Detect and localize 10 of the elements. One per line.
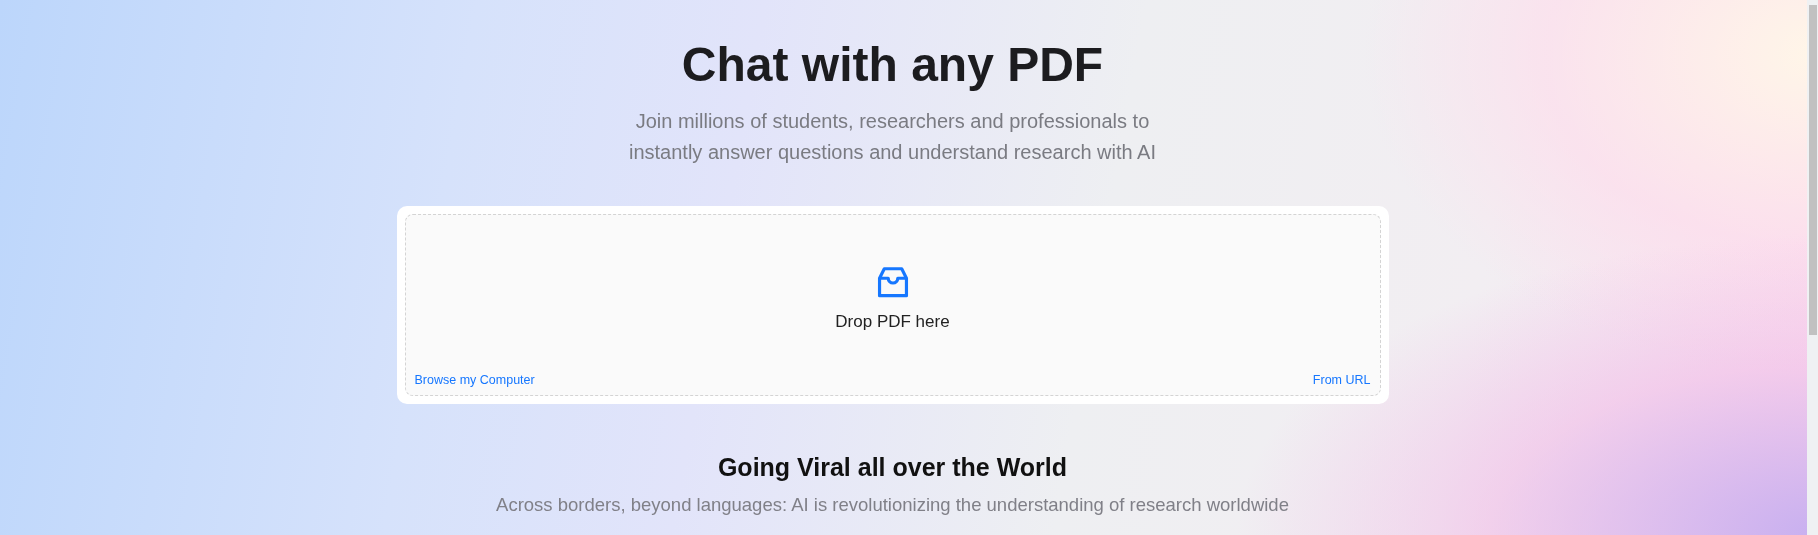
page-subtitle: Join millions of students, researchers and professionals to instantly answer questions and understand research with AI: [629, 109, 1156, 165]
scrollbar[interactable]: [1807, 0, 1818, 535]
section-subtitle: Across borders, beyond languages: AI is revolutionizing the understanding of research worldwide: [496, 494, 1289, 516]
scrollbar-thumb[interactable]: [1809, 5, 1817, 335]
drop-zone[interactable]: Drop PDF here Browse my Computer From URL: [404, 214, 1381, 396]
browse-link[interactable]: Browse my Computer: [414, 373, 535, 387]
section-title: Going Viral all over the World: [717, 453, 1068, 482]
drop-prompt: Drop PDF here: [835, 312, 950, 332]
page-title: Chat with any PDF: [681, 38, 1104, 92]
url-link[interactable]: From URL: [1312, 373, 1371, 387]
